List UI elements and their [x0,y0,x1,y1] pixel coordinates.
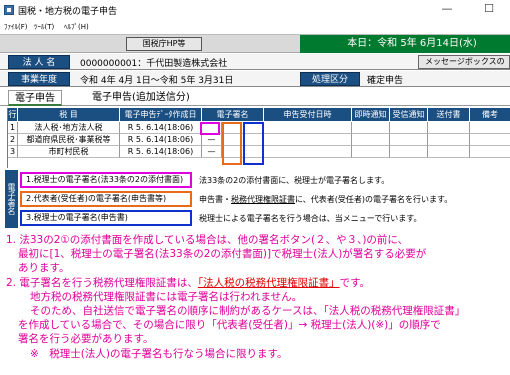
col-header-row: 行 [8,108,18,121]
nta-homepage-button[interactable]: 国税庁HP等 [126,37,202,51]
maximize-button[interactable]: ☐ [482,2,496,16]
table-row-receipt [390,122,428,134]
table-row-remarks [470,146,510,158]
table-row-remarks [470,134,510,146]
tab-e-filing-additional[interactable]: 電子申告(追加送信分) [86,90,196,106]
table-row-instant [352,146,390,158]
sign-representative-button[interactable]: 2.代表者(受任者)の電子署名(申告書等) [20,191,192,207]
table-row-sig-a[interactable]: — [202,146,222,158]
highlight-sig-taxaccountant [243,122,264,165]
menu-bar: ﾌｧｲﾙ(F) ﾂｰﾙ(T) ﾍﾙﾌﾟ(H) [0,20,510,34]
proxy-certificate-link: 税務代理権限証書 [231,195,295,204]
fiscal-year-row: 事業年度 令和 4年 4月 1日～令和 5年 3月31日 処理区分 確定申告 [0,71,510,87]
corp-value: 0000000001：千代田製造株式会社 [80,59,228,69]
highlight-sig-representative [222,122,242,165]
tab-bar: 電子申告 電子申告(追加送信分) [0,88,510,106]
table-row-receipt [390,134,428,146]
corp-label: 法 人 名 [8,55,70,69]
table-row-tax[interactable]: 都道府県民税･事業税等 [18,134,120,146]
title-bar: 国税・地方税の電子申告 — ☐ [0,0,510,20]
table-row-remarks [470,122,510,134]
row-number: 2 [8,134,18,146]
table-row-receipt [390,146,428,158]
col-header-tax: 税 目 [18,108,120,121]
process-value: 確定申告 [367,76,404,86]
table-row-tax[interactable]: 法人税･地方法人税 [18,122,120,134]
menu-help[interactable]: ﾍﾙﾌﾟ(H) [64,22,89,32]
sign-taxaccountant-attachment-button[interactable]: 1.税理士の電子署名(法33条の2の添付書面) [20,172,192,188]
table-row-created[interactable]: R 5. 6.14(18:06) [120,146,202,158]
window-title: 国税・地方税の電子申告 [18,7,118,17]
corp-row: 法 人 名 0000000001：千代田製造株式会社 メッセージボックスの [0,54,510,70]
note-2-highlight: 「法人税の税務代理権限証書」 [197,277,340,289]
year-value: 令和 4年 4月 1日～令和 5年 3月31日 [80,76,234,86]
row-number: 1 [8,122,18,134]
note-2-pre: 2. 電子署名を行う税務代理権限証書は、 [6,277,198,289]
menu-file[interactable]: ﾌｧｲﾙ(F) [4,22,28,32]
sign-desc-2-pre: 申告書・ [199,195,231,204]
note-1-line-3: あります。 [18,262,70,274]
row-number: 3 [8,146,18,158]
message-box-button[interactable]: メッセージボックスの [418,55,510,69]
note-2-line-2: 地方税の税務代理権限証書には電子署名は行われません。 [30,291,303,303]
minimize-button[interactable]: — [440,2,454,16]
col-header-remarks: 備考 [470,108,510,121]
sign-taxaccountant-button[interactable]: 3.税理士の電子署名(申告書) [20,210,192,226]
sign-desc-1: 法33条の2の添付書面に、税理士が電子署名します。 [199,176,390,185]
col-header-cover: 送付書 [428,108,470,121]
table-row-instant [352,122,390,134]
note-1-line-1: 1. 法33の2①の添付書面を作成している場合は、他の署名ボタン(２、や３、)の… [6,234,409,246]
col-header-receipt: 受信通知 [390,108,428,121]
col-header-signature: 電子署名 [202,108,264,121]
sign-desc-3: 税理士による電子署名を行う場合は、当メニューで行います。 [199,214,422,223]
toolbar: 国税庁HP等 本日：令和 5年 6月14日(水) [0,34,510,53]
table-row-cover [428,146,470,158]
table-row-instant [352,134,390,146]
table-row-created[interactable]: R 5. 6.14(18:06) [120,122,202,134]
process-label: 処理区分 [300,72,360,86]
note-2-line-1: 2. 電子署名を行う税務代理権限証書は、「法人税の税務代理権限証書」です。 [6,276,370,290]
sign-desc-2: 申告書・税務代理権限証書に、代表者(受任者)の電子署名を行います。 [199,194,452,205]
note-2-line-6: ※ 税理士(法人)の電子署名も行なう場合に限ります。 [30,348,288,360]
table-row-cover [428,122,470,134]
table-row-created[interactable]: R 5. 6.14(18:06) [120,134,202,146]
table-row-received [264,134,352,146]
table-row-sig-a[interactable]: — [202,134,222,146]
menu-tool[interactable]: ﾂｰﾙ(T) [34,22,54,32]
table-row-received [264,122,352,134]
col-header-created: 電子申告ﾃﾞｰﾀ作成日 [120,108,202,121]
today-date: 本日：令和 5年 6月14日(水) [300,35,510,53]
note-1-line-2: 最初に[1、税理士の電子署名(法33条の2の添付書面)]で税理士(法人)が署名す… [18,248,427,260]
year-label: 事業年度 [8,72,70,86]
table-row-tax[interactable]: 市町村民税 [18,146,120,158]
table-row-cover [428,134,470,146]
col-header-received: 申告受付日時 [264,108,352,121]
sign-desc-2-post: に、代表者(受任者)の電子署名を行います。 [295,195,453,204]
note-2-line-5: 署名を行う必要があります。 [18,333,154,345]
table-row-received [264,146,352,158]
app-icon [4,5,14,15]
highlight-sig-taxaccountant-attach [200,122,220,135]
signing-side-label: 電子署名 [5,170,18,228]
col-header-instant: 即時通知 [352,108,390,121]
note-2-line-3: そのため、自社送信で電子署名の順序に制約があるケースは、「法人税の税務代理権限証… [30,305,466,317]
note-2-line-4: を作成している場合で、その場合に限り「代表者(受任者)」→ 税理士(法人)(※)… [18,319,441,331]
tab-e-filing[interactable]: 電子申告 [8,90,62,106]
note-2-post: です。 [339,277,371,289]
